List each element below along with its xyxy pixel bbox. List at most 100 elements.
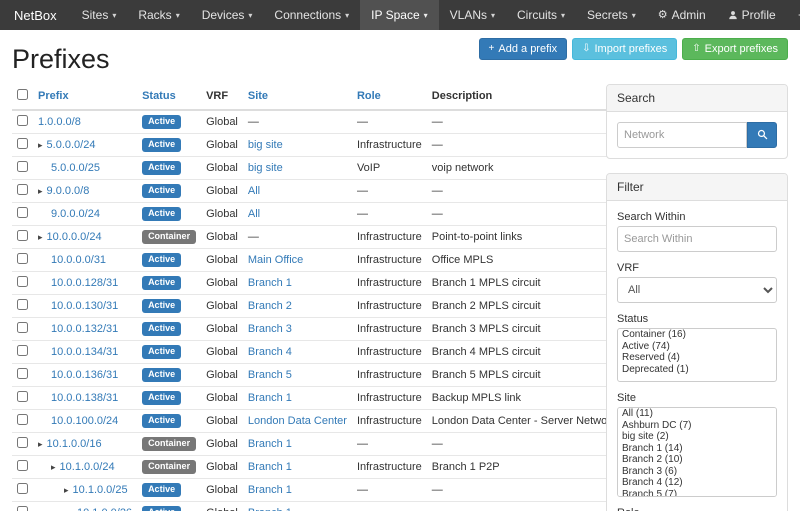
prefix-link[interactable]: 10.0.0.128/31 [51, 277, 118, 289]
sort-role-link[interactable]: Role [357, 90, 381, 102]
add-prefix-button[interactable]: + Add a prefix [479, 38, 568, 60]
sort-site-link[interactable]: Site [248, 90, 268, 102]
site-link[interactable]: Branch 2 [248, 300, 292, 312]
site-link[interactable]: Branch 1 [248, 392, 292, 404]
nav-item-racks[interactable]: Racks▾ [127, 0, 190, 30]
site-link[interactable]: big site [248, 139, 283, 151]
row-checkbox[interactable] [17, 230, 28, 241]
prefix-link[interactable]: 10.0.0.130/31 [51, 300, 118, 312]
sort-prefix-link[interactable]: Prefix [38, 90, 69, 102]
row-checkbox[interactable] [17, 207, 28, 218]
prefix-link[interactable]: 10.0.0.132/31 [51, 323, 118, 335]
prefix-link[interactable]: 10.1.0.0/24 [60, 461, 115, 473]
row-checkbox[interactable] [17, 253, 28, 264]
prefix-link[interactable]: 1.0.0.0/8 [38, 116, 81, 128]
expand-arrow-icon[interactable]: ▸ [38, 186, 43, 196]
filter-option[interactable]: big site (2) [618, 431, 776, 443]
filter-option[interactable]: Deprecated (1) [618, 364, 776, 376]
site-link[interactable]: All [248, 185, 260, 197]
nav-item-connections[interactable]: Connections▾ [263, 0, 360, 30]
filter-option[interactable]: Branch 1 (14) [618, 443, 776, 455]
site-link[interactable]: Branch 1 [248, 507, 292, 511]
prefix-link[interactable]: 9.0.0.0/8 [47, 185, 90, 197]
site-link[interactable]: Branch 5 [248, 369, 292, 381]
prefix-link[interactable]: 10.0.0.136/31 [51, 369, 118, 381]
status-listbox[interactable]: Container (16)Active (74)Reserved (4)Dep… [617, 328, 777, 382]
site-link[interactable]: Branch 3 [248, 323, 292, 335]
prefix-link[interactable]: 9.0.0.0/24 [51, 208, 100, 220]
row-checkbox[interactable] [17, 437, 28, 448]
filter-option[interactable]: Reserved (4) [618, 352, 776, 364]
filter-option[interactable]: Container (16) [618, 329, 776, 341]
filter-option[interactable]: Branch 3 (6) [618, 466, 776, 478]
expand-arrow-icon[interactable]: ▸ [38, 232, 43, 242]
filter-option[interactable]: Branch 5 (7) [618, 489, 776, 498]
prefix-link[interactable]: 10.0.0.134/31 [51, 346, 118, 358]
sort-status-link[interactable]: Status [142, 90, 176, 102]
row-checkbox[interactable] [17, 138, 28, 149]
site-cell: — [243, 226, 352, 249]
nav-item-profile[interactable]: Profile [717, 0, 787, 30]
prefix-link[interactable]: 10.0.0.0/24 [47, 231, 102, 243]
filter-option[interactable]: Ashburn DC (7) [618, 420, 776, 432]
prefix-link[interactable]: 10.0.0.138/31 [51, 392, 118, 404]
prefix-link[interactable]: 5.0.0.0/24 [47, 139, 96, 151]
site-cell: Branch 5 [243, 364, 352, 387]
site-link[interactable]: London Data Center [248, 415, 347, 427]
site-link[interactable]: Branch 1 [248, 461, 292, 473]
search-input[interactable] [617, 122, 747, 148]
nav-item-circuits[interactable]: Circuits▾ [506, 0, 576, 30]
nav-item-logout[interactable]: Log out [787, 0, 800, 30]
nav-item-admin[interactable]: ⚙ Admin [647, 0, 717, 30]
prefix-link[interactable]: 10.1.0.0/26 [77, 507, 132, 511]
vrf-select[interactable]: All [617, 277, 777, 303]
row-checkbox[interactable] [17, 115, 28, 126]
prefix-link[interactable]: 5.0.0.0/25 [51, 162, 100, 174]
row-checkbox[interactable] [17, 276, 28, 287]
prefix-link[interactable]: 10.0.100.0/24 [51, 415, 118, 427]
filter-option[interactable]: Branch 4 (12) [618, 477, 776, 489]
nav-item-secrets[interactable]: Secrets▾ [576, 0, 647, 30]
row-checkbox[interactable] [17, 299, 28, 310]
site-link[interactable]: Branch 1 [248, 277, 292, 289]
table-row: ▸5.0.0.0/24ActiveGlobalbig siteInfrastru… [12, 134, 621, 157]
row-checkbox[interactable] [17, 161, 28, 172]
row-checkbox[interactable] [17, 184, 28, 195]
app-brand[interactable]: NetBox [0, 0, 71, 30]
prefix-link[interactable]: 10.0.0.0/31 [51, 254, 106, 266]
row-checkbox[interactable] [17, 483, 28, 494]
expand-arrow-icon[interactable]: ▸ [51, 462, 56, 472]
search-button[interactable] [747, 122, 777, 148]
row-checkbox[interactable] [17, 414, 28, 425]
filter-option[interactable]: All (11) [618, 408, 776, 420]
expand-arrow-icon[interactable]: ▸ [64, 485, 69, 495]
site-link[interactable]: Main Office [248, 254, 303, 266]
row-checkbox[interactable] [17, 391, 28, 402]
export-prefixes-button[interactable]: ⇧ Export prefixes [682, 38, 788, 60]
row-checkbox[interactable] [17, 460, 28, 471]
nav-item-ip-space[interactable]: IP Space▾ [360, 0, 439, 30]
prefix-link[interactable]: 10.1.0.0/25 [73, 484, 128, 496]
row-checkbox[interactable] [17, 322, 28, 333]
site-listbox[interactable]: All (11)Ashburn DC (7)big site (2)Branch… [617, 407, 777, 497]
nav-item-devices[interactable]: Devices▾ [191, 0, 264, 30]
row-checkbox[interactable] [17, 506, 28, 511]
prefix-link[interactable]: 10.1.0.0/16 [47, 438, 102, 450]
row-checkbox[interactable] [17, 345, 28, 356]
table-row: 10.0.0.128/31ActiveGlobalBranch 1Infrast… [12, 272, 621, 295]
site-link[interactable]: Branch 4 [248, 346, 292, 358]
select-all-checkbox[interactable] [17, 89, 28, 100]
search-within-input[interactable] [617, 226, 777, 252]
expand-arrow-icon[interactable]: ▸ [38, 140, 43, 150]
expand-arrow-icon[interactable]: ▸ [38, 439, 43, 449]
nav-item-vlans[interactable]: VLANs▾ [439, 0, 506, 30]
nav-item-sites[interactable]: Sites▾ [71, 0, 128, 30]
filter-option[interactable]: Active (74) [618, 341, 776, 353]
site-link[interactable]: big site [248, 162, 283, 174]
row-checkbox[interactable] [17, 368, 28, 379]
site-link[interactable]: Branch 1 [248, 484, 292, 496]
site-link[interactable]: Branch 1 [248, 438, 292, 450]
site-link[interactable]: All [248, 208, 260, 220]
filter-option[interactable]: Branch 2 (10) [618, 454, 776, 466]
import-prefixes-button[interactable]: ⇩ Import prefixes [572, 38, 677, 60]
